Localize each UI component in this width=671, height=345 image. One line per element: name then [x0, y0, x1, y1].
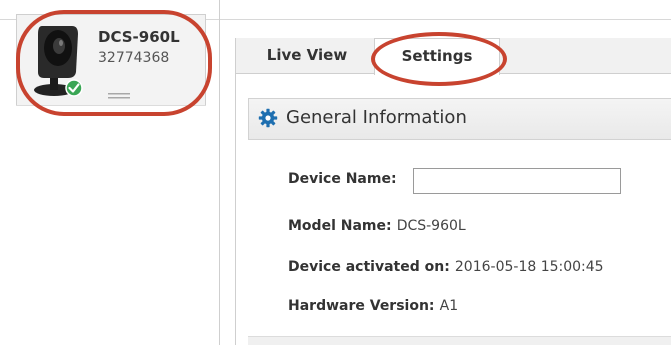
hardware-version-value: A1 — [439, 298, 459, 314]
device-card-divider — [16, 105, 206, 106]
activated-row: Device activated on: 2016-05-18 15:00:45 — [288, 256, 604, 275]
model-name-label: Model Name: — [288, 218, 392, 234]
hardware-version-label: Hardware Version: — [288, 298, 435, 314]
activated-value: 2016-05-18 15:00:45 — [454, 259, 604, 275]
device-name-label: Device Name: — [288, 171, 397, 187]
drag-handle-icon[interactable] — [108, 93, 130, 99]
camera-icon — [34, 26, 83, 97]
device-name: DCS-960L — [98, 28, 180, 46]
device-name-input[interactable] — [413, 168, 621, 194]
gear-icon — [258, 108, 278, 128]
hardware-version-row: Hardware Version: A1 — [288, 295, 458, 314]
section-title: General Information — [286, 107, 467, 128]
device-id: 32774368 — [98, 50, 170, 66]
tab-settings[interactable]: Settings — [374, 38, 500, 75]
tab-live-view[interactable]: Live View — [246, 38, 368, 74]
next-section-header — [248, 336, 671, 345]
model-name-row: Model Name: DCS-960L — [288, 215, 466, 234]
activated-label: Device activated on: — [288, 259, 450, 275]
model-name-value: DCS-960L — [396, 218, 466, 234]
